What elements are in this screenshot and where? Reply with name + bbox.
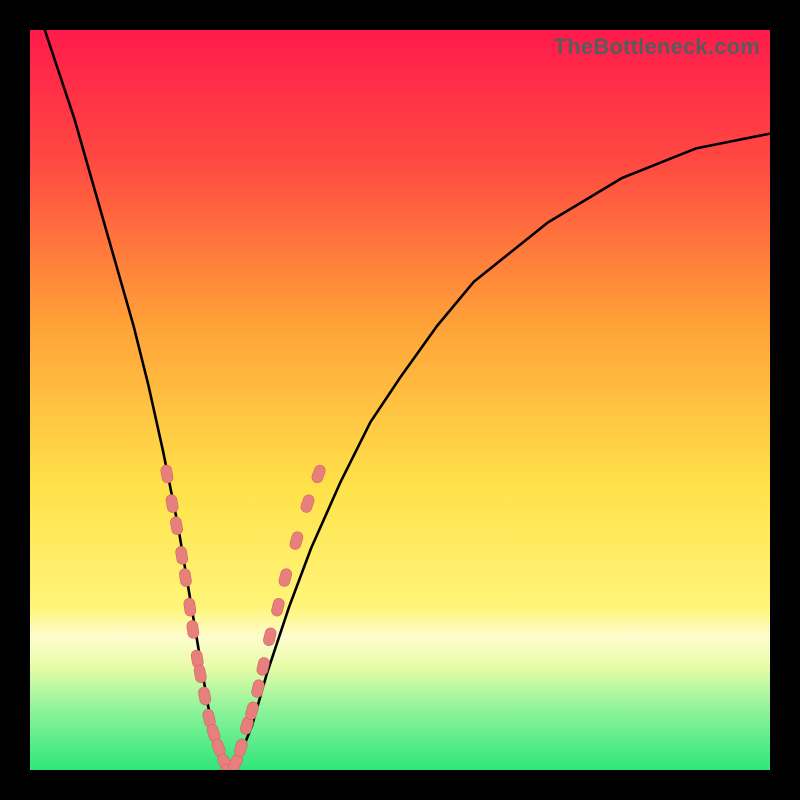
plot-area: TheBottleneck.com: [30, 30, 770, 770]
curve-marker: [250, 679, 265, 699]
curve-marker: [270, 597, 285, 617]
curve-marker: [175, 546, 189, 566]
curve-marker: [310, 464, 327, 485]
curve-marker: [289, 530, 305, 550]
curve-marker: [160, 464, 174, 484]
chart-frame: TheBottleneck.com: [0, 0, 800, 800]
bottleneck-curve: [30, 30, 770, 770]
curve-marker: [165, 494, 179, 514]
watermark-text: TheBottleneck.com: [554, 34, 760, 60]
curve-marker: [186, 620, 199, 639]
curve-marker: [299, 493, 315, 514]
curve-marker: [193, 664, 207, 684]
curve-marker: [197, 686, 211, 706]
curve-marker: [262, 627, 277, 647]
curve-markers: [160, 464, 327, 770]
curve-layer: [30, 30, 770, 770]
curve-marker: [183, 598, 196, 617]
curve-marker: [169, 516, 183, 536]
curve-marker: [179, 568, 193, 587]
curve-marker: [278, 567, 293, 587]
